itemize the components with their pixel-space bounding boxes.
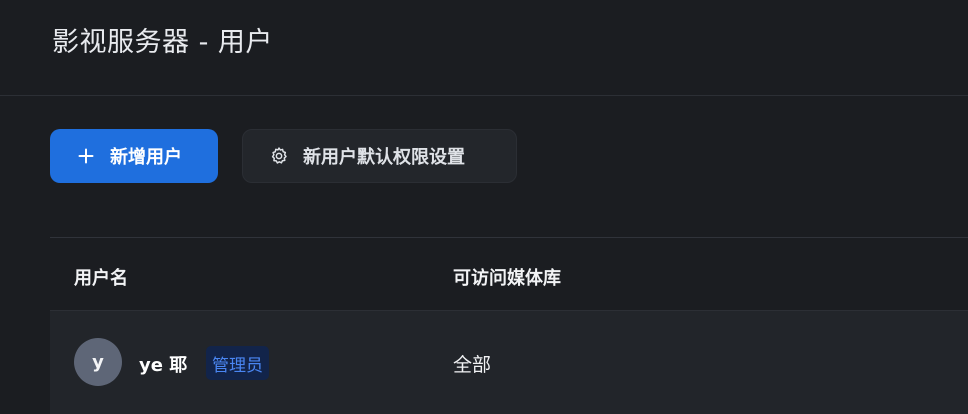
admin-badge: 管理员 — [206, 346, 269, 380]
users-page: 影视服务器 - 用户 新增用户 新用户默认权限设置 用户名 可访问媒体库 y y… — [0, 0, 968, 414]
avatar: y — [74, 338, 122, 386]
username: ye 耶 — [139, 355, 188, 376]
plus-icon — [76, 146, 96, 166]
page-header: 影视服务器 - 用户 — [0, 0, 968, 96]
users-table: 用户名 可访问媒体库 y ye 耶 管理员 全部 — [50, 237, 968, 414]
default-permissions-button[interactable]: 新用户默认权限设置 — [242, 129, 517, 183]
column-header-username: 用户名 — [74, 268, 128, 289]
add-user-button[interactable]: 新增用户 — [50, 129, 218, 183]
gear-icon — [269, 146, 289, 166]
default-permissions-label: 新用户默认权限设置 — [303, 147, 465, 168]
table-row[interactable]: y ye 耶 管理员 全部 — [50, 311, 968, 414]
accessible-libraries: 全部 — [453, 354, 492, 376]
table-header: 用户名 可访问媒体库 — [50, 238, 968, 311]
page-title: 影视服务器 - 用户 — [52, 27, 273, 58]
add-user-label: 新增用户 — [110, 147, 182, 168]
column-header-libraries: 可访问媒体库 — [453, 268, 561, 289]
